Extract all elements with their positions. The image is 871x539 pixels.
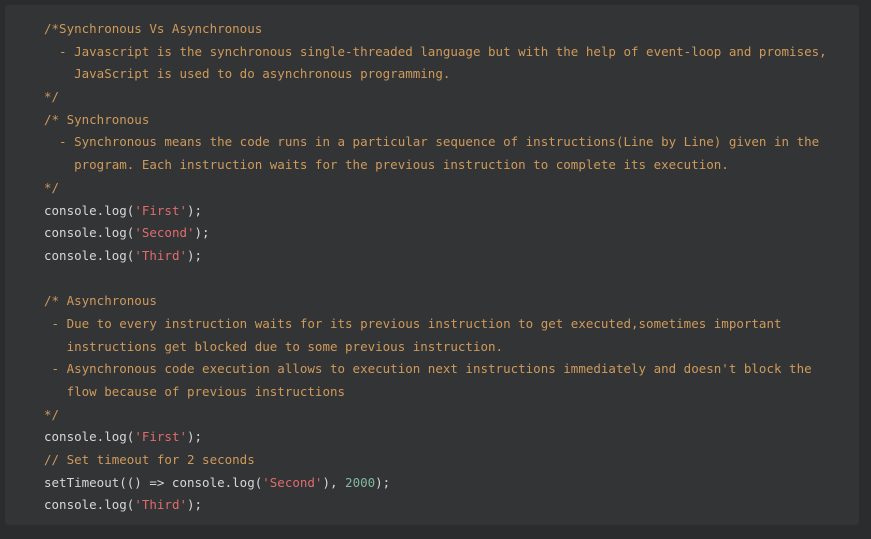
code-line: instructions get blocked due to some pre… [44,336,859,359]
code-line: - Asynchronous code execution allows to … [44,358,859,381]
code-line: console.log('First'); [44,426,859,449]
code-punctuation: ); [187,202,203,218]
code-line: /*Synchronous Vs Asynchronous [44,18,859,41]
code-comment: */ [44,179,60,195]
code-punctuation: ); [187,429,203,445]
code-line: */ [44,177,859,200]
code-line: console.log('Second'); [44,222,859,245]
code-line: - Due to every instruction waits for its… [44,313,859,336]
code-string: 'Second' [134,225,195,241]
code-comment: /* Asynchronous [44,293,157,309]
code-line: /* Synchronous [44,109,859,132]
code-comment: */ [44,89,60,105]
code-punctuation: ); [194,225,210,241]
code-string: 'First' [134,202,187,218]
code-comment: - Due to every instruction waits for its… [44,315,782,331]
code-call: console.log( [44,225,135,241]
code-comment: JavaScript is used to do asynchronous pr… [44,66,451,82]
code-call: setTimeout(() => console.log( [44,474,263,490]
code-comment: */ [44,406,60,422]
code-call: console.log( [44,497,135,513]
code-comment: flow because of previous instructions [44,384,346,399]
code-punctuation: ), [322,474,346,490]
code-comment: - Asynchronous code execution allows to … [44,361,812,377]
code-comment: instructions get blocked due to some pre… [44,338,504,354]
code-punctuation: ); [187,247,203,263]
code-comment: // Set timeout for 2 seconds [44,452,255,468]
code-call: console.log( [44,202,135,218]
code-line: console.log('First'); [44,200,859,223]
code-number: 2000 [345,474,376,490]
code-comment: /*Synchronous Vs Asynchronous [44,21,263,36]
code-line: program. Each instruction waits for the … [44,154,859,177]
code-line: - Synchronous means the code runs in a p… [44,131,859,154]
code-line: flow because of previous instructions [44,381,859,404]
code-string: 'First' [134,429,187,445]
code-punctuation: ); [187,497,203,513]
code-lines: /*Synchronous Vs Asynchronous - Javascri… [44,18,859,517]
code-comment: - Synchronous means the code runs in a p… [44,134,820,150]
code-line: JavaScript is used to do asynchronous pr… [44,63,859,86]
code-line: */ [44,404,859,427]
code-call: console.log( [44,247,135,263]
code-call: console.log( [44,429,135,445]
code-string: 'Third' [134,247,187,263]
code-line: /* Asynchronous [44,290,859,313]
code-comment: - Javascript is the synchronous single-t… [44,43,827,59]
code-block: /*Synchronous Vs Asynchronous - Javascri… [5,5,859,525]
code-line: - Javascript is the synchronous single-t… [44,41,859,64]
code-punctuation: ); [375,474,391,490]
code-string: 'Third' [134,497,187,513]
code-string: 'Second' [262,474,323,490]
code-line: setTimeout(() => console.log('Second'), … [44,472,859,495]
code-comment: /* Synchronous [44,111,150,127]
code-line: console.log('Third'); [44,245,859,268]
code-line: console.log('Third'); [44,494,859,517]
code-comment: program. Each instruction waits for the … [44,157,729,173]
code-line: */ [44,86,859,109]
code-line: // Set timeout for 2 seconds [44,449,859,472]
